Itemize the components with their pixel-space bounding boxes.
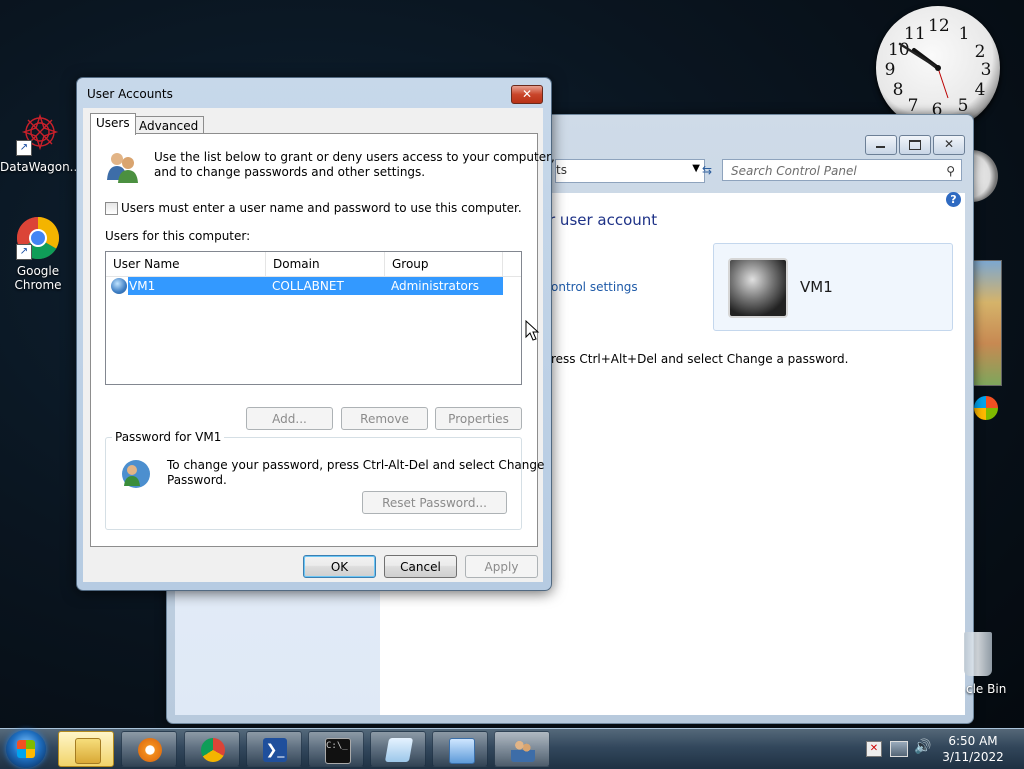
taskbar-media-player-button[interactable] <box>121 731 177 767</box>
user-card-name: VM1 <box>800 278 833 296</box>
users-icon <box>511 738 535 762</box>
maximize-button[interactable] <box>899 135 931 155</box>
dialog-close-button[interactable]: ✕ <box>511 85 543 104</box>
desktop-icon-google-chrome[interactable]: ↗ Google Chrome <box>0 216 76 292</box>
ok-button[interactable]: OK <box>303 555 376 578</box>
password-group: Password for VM1 To change your password… <box>105 430 544 530</box>
taskbar-notepad-button[interactable] <box>370 731 426 767</box>
reset-password-button[interactable]: Reset Password... <box>362 491 507 514</box>
taskbar-cmd-button[interactable]: C:\_ <box>308 731 364 767</box>
user-accounts-dialog[interactable]: User Accounts ✕ Users Advanced Use the l… <box>76 77 555 591</box>
volume-icon[interactable]: 🔊 <box>914 739 931 755</box>
password-group-title: Password for VM1 <box>112 430 225 444</box>
dialog-client-area: Users Advanced Use the list below to gra… <box>83 108 555 582</box>
address-text: ts <box>556 163 567 177</box>
column-header-group[interactable]: Group <box>385 252 503 276</box>
password-text-line-1: To change your password, press Ctrl-Alt-… <box>167 458 545 472</box>
taskbar-chrome-button[interactable] <box>184 731 240 767</box>
intro-text-line-1: Use the list below to grant or deny user… <box>154 150 555 164</box>
minimize-button[interactable] <box>865 135 897 155</box>
desktop-icon-label: DataWagon... <box>0 160 82 174</box>
mouse-cursor-icon <box>525 320 540 341</box>
clock-hands-icon <box>898 42 949 99</box>
recycle-bin-label: cle Bin <box>966 682 1007 696</box>
address-bar[interactable]: ts ▼ <box>555 159 705 183</box>
remove-button[interactable]: Remove <box>341 407 428 430</box>
search-placeholder: Search Control Panel <box>731 164 857 178</box>
tab-users[interactable]: Users <box>90 113 136 135</box>
datawagon-icon: ↗ <box>16 112 60 156</box>
password-note: ress Ctrl+Alt+Del and select Change a pa… <box>551 352 849 366</box>
action-center-icon[interactable]: ✕ <box>866 741 882 757</box>
cancel-button[interactable]: Cancel <box>384 555 457 578</box>
taskbar: ❯_ C:\_ ✕ 🔊 <box>0 728 1024 769</box>
taskbar-control-panel-button[interactable] <box>432 731 488 767</box>
powershell-icon: ❯_ <box>263 738 287 762</box>
refresh-icon[interactable]: ⇆ <box>697 159 717 181</box>
users-list-header: User Name Domain Group <box>106 252 521 277</box>
shortcut-arrow-icon: ↗ <box>16 244 32 260</box>
taskbar-powershell-button[interactable]: ❯_ <box>246 731 302 767</box>
recycle-bin-icon[interactable] <box>964 632 992 676</box>
apply-button[interactable]: Apply <box>465 555 538 578</box>
clock-gadget[interactable]: 12 1 2 3 4 5 6 7 8 9 10 11 <box>876 6 1000 130</box>
taskbar-explorer-button[interactable] <box>58 731 114 767</box>
chrome-icon: ↗ <box>16 216 60 260</box>
windows-logo-icon <box>974 396 998 420</box>
control-panel-icon <box>449 738 475 764</box>
search-control-panel-input[interactable]: Search Control Panel ⚲ <box>722 159 962 181</box>
cell-group: Administrators <box>391 279 480 293</box>
column-header-domain[interactable]: Domain <box>266 252 385 276</box>
start-button[interactable] <box>6 730 46 768</box>
taskbar-user-accounts-button[interactable] <box>494 731 550 767</box>
control-panel-heading: r user account <box>549 211 658 229</box>
users-tab-panel: Use the list below to grant or deny user… <box>90 133 555 547</box>
desktop-icon-datawagon[interactable]: ↗ DataWagon... <box>0 112 82 174</box>
tray-clock[interactable]: 6:50 AM 3/11/2022 <box>940 733 1006 765</box>
tray-date: 3/11/2022 <box>942 750 1004 764</box>
search-icon[interactable]: ⚲ <box>946 160 955 182</box>
dialog-title: User Accounts <box>87 87 173 101</box>
close-button[interactable]: ✕ <box>933 135 965 155</box>
column-header-user-name[interactable]: User Name <box>106 252 266 276</box>
notepad-icon <box>384 738 414 762</box>
add-button[interactable]: Add... <box>246 407 333 430</box>
chrome-icon <box>201 738 225 762</box>
table-row[interactable]: VM1 COLLABNET Administrators <box>128 277 503 295</box>
tray-time: 6:50 AM <box>948 734 998 748</box>
folder-icon <box>75 738 101 764</box>
must-login-checkbox[interactable] <box>105 202 118 215</box>
windows-logo-icon <box>17 740 35 758</box>
password-user-icon <box>120 458 152 490</box>
shortcut-arrow-icon: ↗ <box>16 140 32 156</box>
cell-user-name: VM1 <box>129 279 156 293</box>
desktop-icon-label: Google Chrome <box>14 264 62 292</box>
password-text-line-2: Password. <box>167 473 227 487</box>
network-icon[interactable] <box>890 741 908 757</box>
media-player-icon <box>138 738 162 762</box>
users-list[interactable]: User Name Domain Group VM1 COLLABNET Adm… <box>105 251 522 385</box>
users-icon <box>105 150 139 184</box>
command-prompt-icon: C:\_ <box>325 738 351 764</box>
help-icon[interactable]: ? <box>946 192 961 207</box>
properties-button[interactable]: Properties <box>435 407 522 430</box>
user-row-icon <box>111 278 127 294</box>
intro-text-line-2: and to change passwords and other settin… <box>154 165 426 179</box>
cell-domain: COLLABNET <box>272 279 344 293</box>
users-list-label: Users for this computer: <box>105 229 251 243</box>
user-card[interactable]: VM1 <box>713 243 953 331</box>
user-avatar-icon <box>728 258 788 318</box>
gadget-slideshow-icon <box>970 260 1002 386</box>
must-login-label[interactable]: Users must enter a user name and passwor… <box>121 201 522 215</box>
control-settings-link[interactable]: ontrol settings <box>551 280 638 294</box>
